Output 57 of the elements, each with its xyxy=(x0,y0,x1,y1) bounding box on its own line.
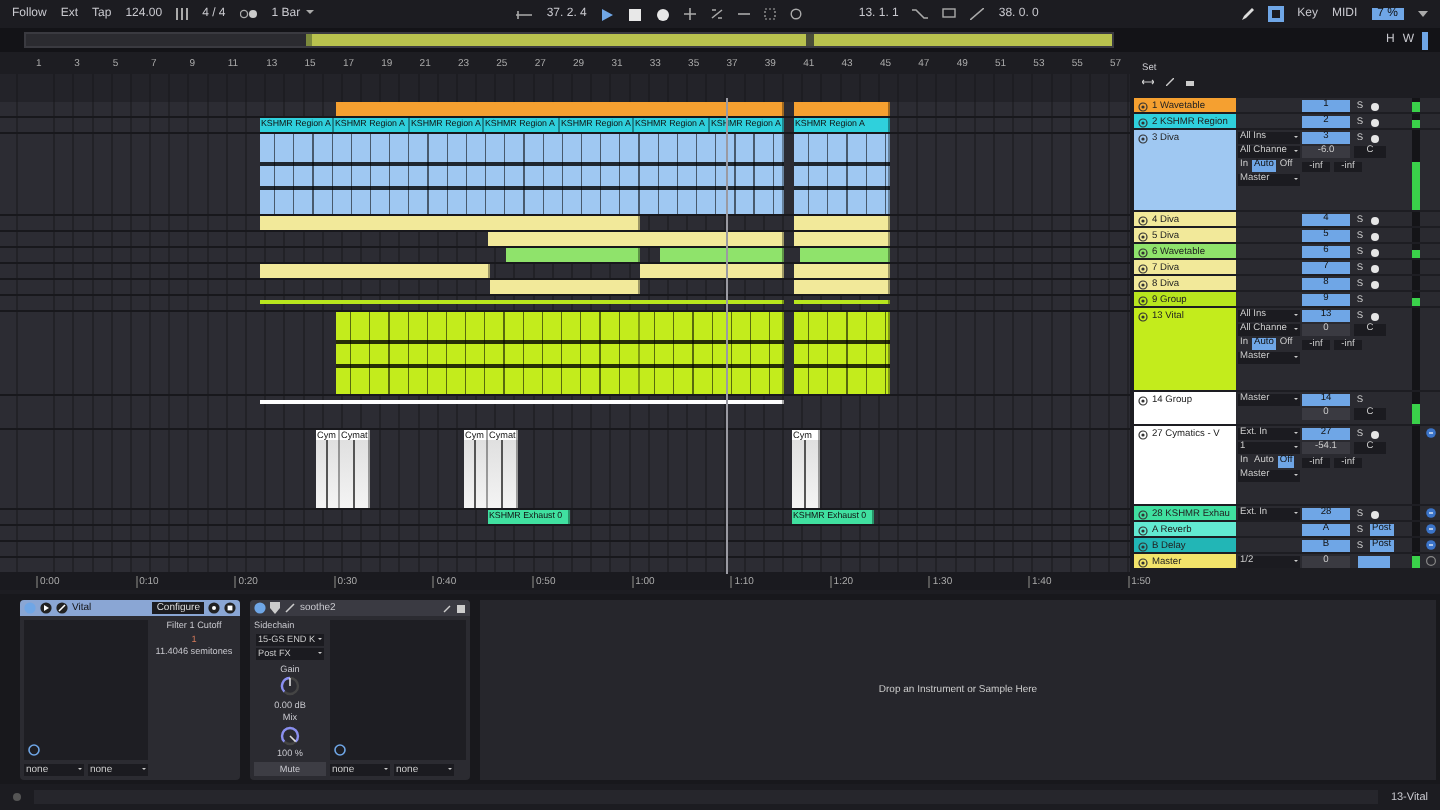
knob-icon[interactable] xyxy=(334,744,346,756)
circle-icon[interactable] xyxy=(790,8,803,20)
midi-clip[interactable] xyxy=(260,216,640,230)
save-icon[interactable] xyxy=(456,603,466,613)
stop-icon[interactable] xyxy=(628,7,643,21)
dash-icon[interactable] xyxy=(738,8,751,20)
save-icon[interactable] xyxy=(224,602,236,614)
cue-volume-field[interactable] xyxy=(1358,556,1390,568)
midi-clip[interactable] xyxy=(640,312,784,394)
midi-clip[interactable] xyxy=(794,134,890,214)
midi-clip[interactable] xyxy=(260,264,490,278)
activator-icon[interactable] xyxy=(1138,395,1148,405)
pencil-icon[interactable] xyxy=(1241,8,1254,20)
power-icon[interactable] xyxy=(254,602,266,614)
arrow-icon[interactable] xyxy=(516,9,533,19)
route-icon[interactable] xyxy=(1425,555,1435,565)
play-icon[interactable] xyxy=(40,602,52,614)
play-icon[interactable] xyxy=(600,7,615,21)
bars-icon[interactable] xyxy=(176,8,189,20)
midi-clip[interactable] xyxy=(800,248,890,262)
caret-icon[interactable] xyxy=(1418,10,1428,18)
midi-clip[interactable] xyxy=(660,248,784,262)
plus-icon[interactable] xyxy=(684,8,697,20)
curve-icon[interactable] xyxy=(912,8,929,20)
midi-clip[interactable] xyxy=(794,264,890,278)
activator-icon[interactable] xyxy=(1138,429,1148,439)
metronome-icon[interactable] xyxy=(239,8,258,20)
midi-clip[interactable] xyxy=(794,280,890,294)
arrangement-overview[interactable] xyxy=(24,32,1114,48)
arrows-icon[interactable] xyxy=(1142,78,1154,86)
shield-icon[interactable] xyxy=(270,602,280,614)
midi-clip[interactable] xyxy=(506,248,640,262)
punch-icon[interactable] xyxy=(764,8,777,20)
midi-clip[interactable] xyxy=(794,102,890,116)
record-icon[interactable] xyxy=(656,7,671,21)
midi-clip[interactable] xyxy=(640,264,784,278)
arm-icon[interactable] xyxy=(1370,429,1380,439)
scrollbar-thumb-icon[interactable] xyxy=(1422,31,1428,49)
midi-clip[interactable] xyxy=(260,134,784,214)
midi-clip[interactable] xyxy=(794,216,890,230)
midi-clip[interactable] xyxy=(336,312,640,394)
knob-icon[interactable] xyxy=(28,744,40,756)
midi-clip[interactable] xyxy=(490,280,640,294)
route-icon[interactable] xyxy=(1425,539,1435,549)
route-icon[interactable] xyxy=(1425,523,1435,533)
midi-clip[interactable] xyxy=(794,312,890,394)
lock-icon[interactable] xyxy=(1186,78,1194,86)
midi-clip[interactable] xyxy=(794,232,890,246)
route-icon[interactable] xyxy=(1425,427,1435,437)
arm-icon[interactable] xyxy=(1370,509,1380,519)
settings-icon[interactable] xyxy=(208,602,220,614)
monitor-icon[interactable] xyxy=(942,8,957,20)
route-icon[interactable] xyxy=(1425,507,1435,517)
midi-clip[interactable] xyxy=(336,102,784,116)
arm-icon[interactable] xyxy=(1370,311,1380,321)
knob[interactable] xyxy=(280,676,300,696)
midi-clip[interactable] xyxy=(488,232,784,246)
